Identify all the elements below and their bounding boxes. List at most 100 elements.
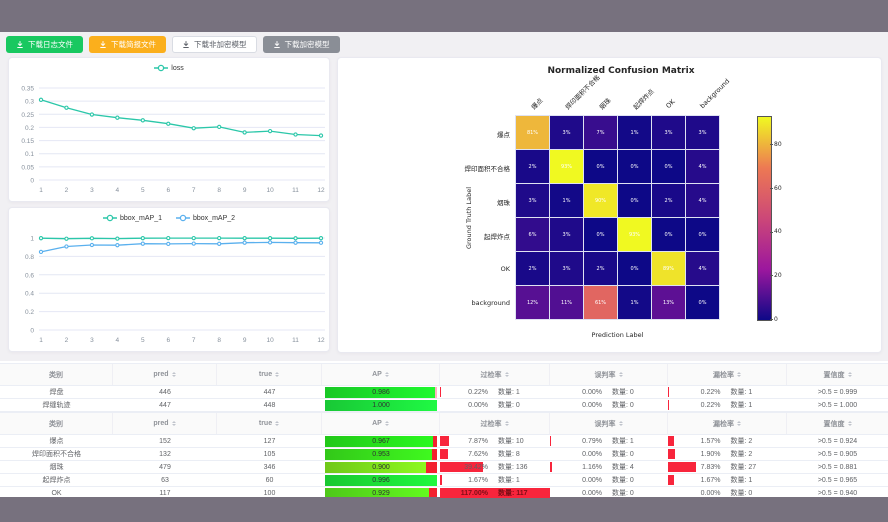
cell-cls: 爆点 [0, 435, 113, 447]
toolbar: 下载日志文件下载简报文件下载非加密模型下载加密模型 [6, 36, 340, 53]
column-header-label: AP [372, 420, 382, 427]
column-header-label: AP [372, 371, 382, 378]
column-header[interactable]: AP [322, 364, 440, 385]
matrix-cell: 3% [550, 218, 583, 251]
column-header[interactable]: pred [113, 364, 217, 385]
matrix-ylabel: Ground Truth Label [465, 173, 473, 263]
svg-text:7: 7 [192, 187, 196, 194]
svg-text:10: 10 [266, 337, 274, 344]
column-header-label: true [259, 420, 272, 427]
svg-text:0.2: 0.2 [25, 125, 34, 132]
matrix-cell: 4% [686, 150, 719, 183]
svg-text:5: 5 [141, 337, 145, 344]
table-row: 焊缝轨迹4474481.0000.00%数量: 00.00%数量: 00.22%… [0, 399, 888, 412]
matrix-row-label: OK [398, 265, 510, 273]
matrix-cell: 12% [516, 286, 549, 319]
cell-conf: >0.5 = 1.000 [787, 399, 888, 411]
column-header[interactable]: AP [322, 413, 440, 434]
column-header[interactable]: 漏检率 [668, 413, 787, 434]
colorbar-tick-mark [770, 275, 773, 276]
matrix-cell: 0% [618, 184, 651, 217]
cell-ap: 0.900 [322, 461, 440, 473]
bottom-window-bar [0, 497, 888, 522]
column-header[interactable]: true [217, 413, 322, 434]
sort-icon[interactable] [385, 421, 389, 426]
sort-icon[interactable] [172, 421, 176, 426]
svg-text:8: 8 [217, 187, 221, 194]
svg-text:0.1: 0.1 [25, 151, 34, 158]
column-header[interactable]: true [217, 364, 322, 385]
cell-cls: 起焊炸点 [0, 474, 113, 486]
svg-text:8: 8 [217, 337, 221, 344]
cell-pred: 479 [113, 461, 217, 473]
column-header-label: 过检率 [481, 419, 502, 429]
matrix-cell: 0% [686, 286, 719, 319]
cell-miss: 0.22%数量: 1 [668, 399, 787, 411]
matrix-cell: 6% [516, 218, 549, 251]
table-row: 爆点1521270.9677.87%数量: 100.79%数量: 11.57%数… [0, 435, 888, 448]
svg-text:1: 1 [39, 337, 43, 344]
column-header: 类别 [0, 413, 113, 434]
column-header[interactable]: 置信度 [787, 364, 888, 385]
download-icon [273, 40, 281, 49]
sort-icon[interactable] [505, 372, 509, 377]
cell-pred: 132 [113, 448, 217, 460]
column-header[interactable]: 漏检率 [668, 364, 787, 385]
sort-icon[interactable] [737, 421, 741, 426]
sort-icon[interactable] [848, 372, 852, 377]
download-button-2[interactable]: 下载简报文件 [89, 36, 166, 53]
sort-icon[interactable] [848, 421, 852, 426]
sort-icon[interactable] [275, 421, 279, 426]
colorbar-tick: 80 [774, 141, 782, 148]
matrix-cell: 3% [550, 252, 583, 285]
table-row: 焊印面积不合格1321050.9537.62%数量: 80.00%数量: 01.… [0, 448, 888, 461]
cell-over: 0.22%数量: 1 [440, 386, 550, 398]
cell-over: 117.00%数量: 117 [440, 487, 550, 499]
matrix-cell: 0% [618, 252, 651, 285]
sort-icon[interactable] [737, 372, 741, 377]
download-button-3[interactable]: 下载非加密模型 [172, 36, 257, 53]
svg-text:0.4: 0.4 [25, 291, 34, 298]
column-header-label: pred [153, 371, 168, 378]
column-header-label: 类别 [49, 419, 63, 429]
column-header-label: 过检率 [481, 370, 502, 380]
sort-icon[interactable] [619, 372, 623, 377]
cell-cls: 焊盘 [0, 386, 113, 398]
miss-rate-bar [668, 387, 669, 397]
sort-icon[interactable] [172, 372, 176, 377]
cell-miss: 1.57%数量: 2 [668, 435, 787, 447]
sort-icon[interactable] [619, 421, 623, 426]
column-header[interactable]: 过检率 [440, 364, 550, 385]
cell-conf: >0.5 = 0.905 [787, 448, 888, 460]
sort-icon[interactable] [275, 372, 279, 377]
cell-pred: 152 [113, 435, 217, 447]
matrix-column-label: 烟珠 [596, 95, 611, 110]
cell-miss: 7.83%数量: 27 [668, 461, 787, 473]
matrix-cell: 0% [618, 150, 651, 183]
svg-text:7: 7 [192, 337, 196, 344]
download-button-1[interactable]: 下载日志文件 [6, 36, 83, 53]
cell-truth: 346 [217, 461, 322, 473]
svg-text:4: 4 [116, 337, 120, 344]
colorbar-tick-mark [770, 232, 773, 233]
cell-ap: 0.953 [322, 448, 440, 460]
column-header[interactable]: 误判率 [550, 413, 668, 434]
download-icon [182, 40, 190, 49]
colorbar-tick: 60 [774, 185, 782, 192]
cell-mis: 1.16%数量: 4 [550, 461, 668, 473]
matrix-cell: 4% [686, 184, 719, 217]
column-header[interactable]: 误判率 [550, 364, 668, 385]
matrix-xlabel: Prediction Label [516, 331, 719, 339]
column-header[interactable]: pred [113, 413, 217, 434]
colorbar-tick: 0 [774, 316, 778, 323]
matrix-row-label: 爆点 [398, 129, 510, 139]
matrix-cell: 1% [550, 184, 583, 217]
cell-ap: 0.929 [322, 487, 440, 499]
cell-mis: 0.79%数量: 1 [550, 435, 668, 447]
download-button-4[interactable]: 下载加密模型 [263, 36, 340, 53]
svg-text:0.3: 0.3 [25, 99, 34, 106]
sort-icon[interactable] [505, 421, 509, 426]
sort-icon[interactable] [385, 372, 389, 377]
column-header[interactable]: 过检率 [440, 413, 550, 434]
column-header[interactable]: 置信度 [787, 413, 888, 434]
